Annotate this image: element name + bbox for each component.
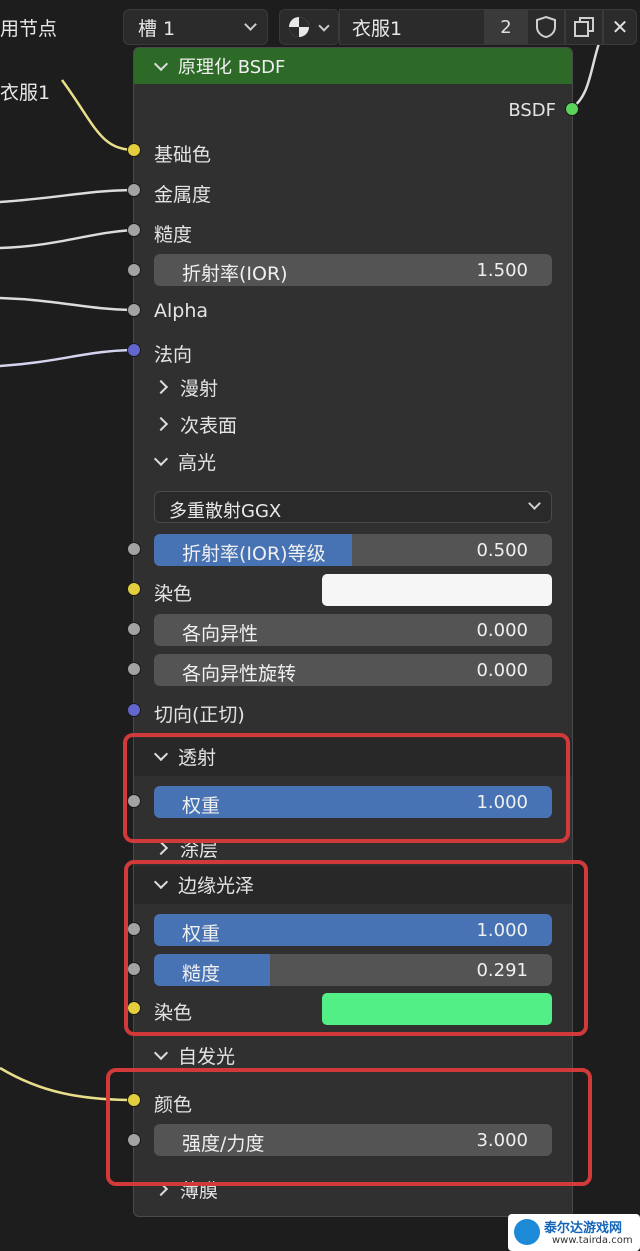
node-header[interactable]: 原理化 BSDF <box>134 48 572 84</box>
material-browse-button[interactable] <box>279 9 339 45</box>
ior-label: 折射率(IOR) <box>182 263 288 285</box>
chevron-down-icon <box>528 497 541 510</box>
ior-value: 1.500 <box>476 260 528 281</box>
anisotropic-rotation-label: 各向异性旋转 <box>182 663 297 685</box>
ior-level-slider[interactable]: 折射率(IOR)等级 0.500 <box>154 534 552 566</box>
chevron-right-icon <box>153 416 169 432</box>
input-metallic: 金属度 <box>154 184 212 206</box>
wire-alpha <box>0 296 136 312</box>
input-normal: 法向 <box>154 344 193 366</box>
slot-label: 槽 1 <box>138 17 176 40</box>
input-tangent: 切向(正切) <box>154 704 245 726</box>
anisotropic-rotation-slider[interactable]: 各向异性旋转 0.000 <box>154 654 552 686</box>
socket-tangent[interactable] <box>127 703 141 717</box>
wire-normal <box>0 348 136 368</box>
ior-level-value: 0.500 <box>476 540 528 561</box>
input-alpha: Alpha <box>154 300 209 322</box>
socket-alpha[interactable] <box>127 303 141 317</box>
material-name-field[interactable]: 衣服1 <box>339 9 485 45</box>
material-name: 衣服1 <box>352 17 403 40</box>
wire-roughness <box>0 228 136 250</box>
shield-icon <box>536 15 556 39</box>
panel-subsurface[interactable]: 次表面 <box>134 406 572 442</box>
wire-base-color <box>60 79 136 152</box>
close-icon: ✕ <box>611 15 629 39</box>
socket-bsdf-output[interactable] <box>565 102 579 116</box>
chevron-down-icon <box>244 18 257 31</box>
ior-slider[interactable]: 折射率(IOR) 1.500 <box>154 254 552 286</box>
principled-bsdf-node[interactable]: 原理化 BSDF BSDF 基础色 金属度 糙度 折射率(IOR) 1.500 … <box>133 47 573 1217</box>
watermark-name: 泰尔达游戏网 <box>544 1221 623 1236</box>
user-count-button[interactable]: 2 <box>485 9 527 45</box>
editor-label-fragment: 用节点 <box>0 18 58 40</box>
output-label-bsdf: BSDF <box>508 100 556 121</box>
wire-bsdf-out <box>571 39 602 110</box>
panel-diffuse[interactable]: 漫射 <box>134 369 572 405</box>
anisotropic-label: 各向异性 <box>182 623 259 645</box>
specular-tint-label: 染色 <box>154 583 193 605</box>
anisotropic-slider[interactable]: 各向异性 0.000 <box>154 614 552 646</box>
chevron-down-icon <box>153 56 169 72</box>
material-label-fragment: 衣服1 <box>0 82 51 104</box>
distribution-value: 多重散射GGX <box>169 501 282 522</box>
socket-anisotropic[interactable] <box>127 622 141 636</box>
highlight-transmission <box>123 733 570 843</box>
socket-roughness[interactable] <box>127 223 141 237</box>
unlink-material-button[interactable]: ✕ <box>603 9 637 45</box>
socket-ior-level[interactable] <box>127 542 141 556</box>
socket-anisotropic-rotation[interactable] <box>127 662 141 676</box>
socket-metallic[interactable] <box>127 183 141 197</box>
highlight-sheen <box>124 860 588 1036</box>
watermark: 泰尔达游戏网 www.tairda.com <box>508 1214 640 1251</box>
panel-diffuse-label: 漫射 <box>180 377 219 400</box>
duplicate-icon <box>574 17 594 37</box>
chevron-down-icon <box>153 1045 169 1060</box>
panel-subsurface-label: 次表面 <box>180 414 238 437</box>
new-material-button[interactable] <box>565 9 603 45</box>
chevron-right-icon <box>153 840 169 856</box>
watermark-logo-icon <box>514 1219 540 1245</box>
wire-metallic <box>0 188 136 204</box>
panel-specular-label: 高光 <box>178 451 217 474</box>
fake-user-button[interactable] <box>527 9 565 45</box>
anisotropic-rotation-value: 0.000 <box>476 660 528 681</box>
specular-tint-swatch[interactable] <box>322 574 552 606</box>
material-sphere-icon <box>289 17 309 37</box>
chevron-down-icon <box>318 20 330 32</box>
input-roughness: 糙度 <box>154 224 193 246</box>
chevron-down-icon <box>153 451 169 466</box>
socket-specular-tint[interactable] <box>127 582 141 596</box>
socket-ior[interactable] <box>127 263 141 277</box>
user-count: 2 <box>500 16 512 38</box>
chevron-right-icon <box>153 379 169 395</box>
socket-base-color[interactable] <box>127 143 141 157</box>
socket-normal[interactable] <box>127 343 141 357</box>
anisotropic-value: 0.000 <box>476 620 528 641</box>
highlight-emission <box>106 1068 592 1186</box>
node-title: 原理化 BSDF <box>178 57 286 78</box>
watermark-url: www.tairda.com <box>552 1235 633 1246</box>
panel-emission-label: 自发光 <box>178 1045 236 1068</box>
input-base-color: 基础色 <box>154 144 212 166</box>
ior-level-label: 折射率(IOR)等级 <box>182 543 326 565</box>
distribution-dropdown[interactable]: 多重散射GGX <box>154 491 552 523</box>
panel-specular[interactable]: 高光 <box>134 443 572 479</box>
slot-selector[interactable]: 槽 1 <box>123 9 268 45</box>
